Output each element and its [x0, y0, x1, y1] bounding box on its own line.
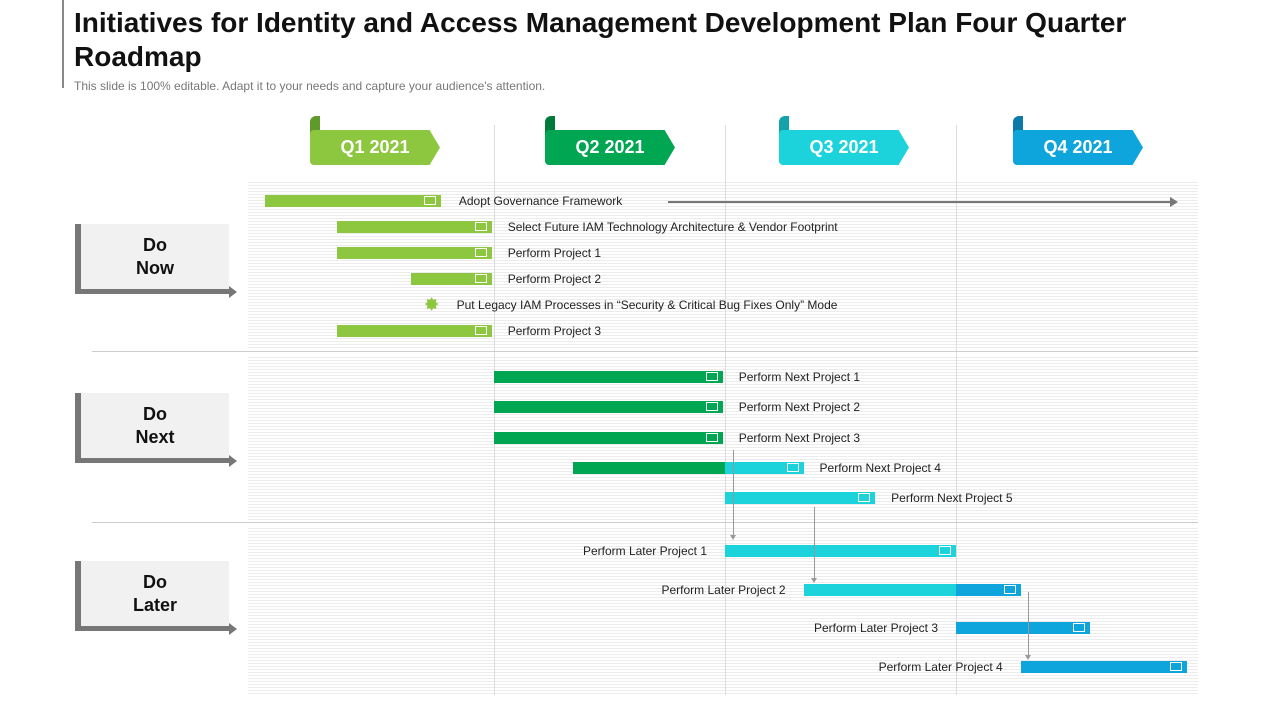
dependency-arrow [730, 450, 736, 540]
quarter-divider [956, 125, 957, 695]
quarter-q2: Q2 2021 [545, 130, 675, 165]
task-label: Perform Next Project 2 [738, 400, 861, 414]
task-bar [494, 401, 723, 413]
task-label: Perform Project 2 [507, 272, 602, 286]
task-label: Perform Next Project 4 [819, 461, 941, 475]
checkbox-icon [858, 493, 871, 502]
checkbox-icon [786, 463, 799, 472]
page-subtitle: This slide is 100% editable. Adapt it to… [74, 79, 546, 93]
category-do-now: Do Now [75, 224, 237, 298]
arrow-head-icon [1170, 197, 1178, 207]
grid-do-next [248, 355, 1198, 520]
checkbox-icon [474, 274, 487, 283]
task-bar [725, 545, 956, 557]
task-label: Perform Later Project 2 [661, 583, 786, 597]
task-label: Perform Next Project 1 [738, 370, 861, 384]
task-label: Adopt Governance Framework [458, 194, 623, 208]
task-label: Perform Later Project 4 [878, 660, 1003, 674]
task-bar [336, 247, 492, 259]
category-do-later: Do Later [75, 561, 237, 635]
task-bar [572, 462, 725, 474]
task-label: Perform Next Project 5 [891, 491, 1013, 505]
task-bar [1020, 661, 1187, 673]
category-do-next: Do Next [75, 393, 237, 467]
checkbox-icon [705, 402, 718, 411]
task-bar [494, 371, 723, 383]
dependency-arrow [811, 507, 817, 583]
checkbox-icon [423, 196, 436, 205]
task-label: Put Legacy IAM Processes in “Security & … [456, 298, 838, 312]
checkbox-icon [474, 326, 487, 335]
task-label: Perform Next Project 3 [738, 431, 861, 445]
milestone-star-icon [424, 297, 439, 311]
checkbox-icon [1170, 662, 1182, 671]
timeline-arrow [668, 201, 1172, 203]
task-bar [956, 622, 1090, 634]
checkbox-icon [705, 433, 718, 442]
task-bar [336, 325, 492, 337]
checkbox-icon [705, 372, 718, 381]
task-bar [494, 432, 723, 444]
task-bar [265, 195, 441, 207]
task-label: Perform Later Project 1 [582, 544, 707, 558]
task-label: Perform Project 3 [507, 324, 602, 338]
quarter-q3: Q3 2021 [779, 130, 909, 165]
page-title: Initiatives for Identity and Access Mana… [74, 7, 1127, 72]
task-label: Perform Project 1 [507, 246, 602, 260]
title-accent-bar [62, 0, 64, 88]
checkbox-icon [1072, 623, 1085, 632]
checkbox-icon [1003, 585, 1016, 594]
quarter-q1: Q1 2021 [310, 130, 440, 165]
task-bar [336, 221, 492, 233]
quarter-q4: Q4 2021 [1013, 130, 1143, 165]
checkbox-icon [474, 248, 487, 257]
dependency-arrow [1025, 592, 1031, 660]
quarter-divider [725, 125, 726, 695]
section-divider [92, 522, 1198, 523]
task-bar [803, 584, 956, 596]
checkbox-icon [939, 546, 951, 555]
task-bar [725, 492, 876, 504]
checkbox-icon [474, 222, 487, 231]
task-label: Select Future IAM Technology Architectur… [507, 220, 838, 234]
section-divider [92, 351, 1198, 352]
task-label: Perform Later Project 3 [813, 621, 938, 635]
